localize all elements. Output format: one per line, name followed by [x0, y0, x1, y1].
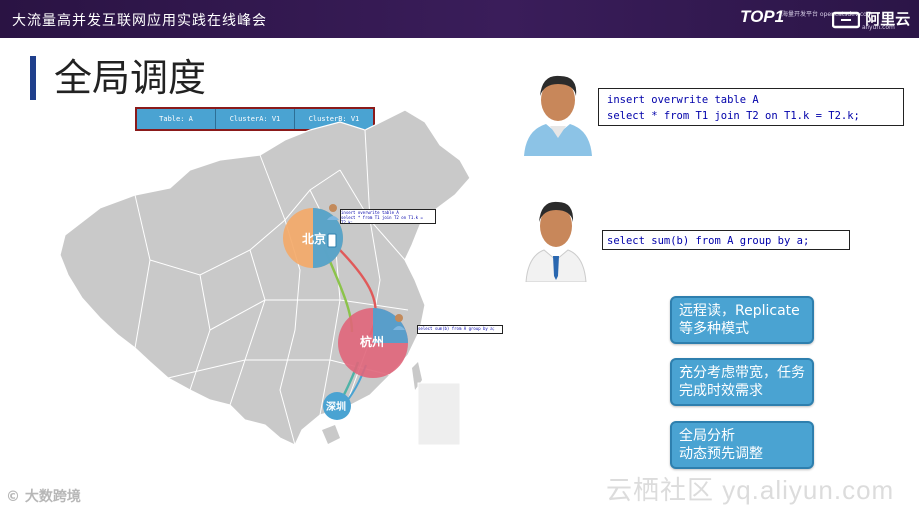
header-bar: 大流量高并发互联网应用实践在线峰会 TOP1 海量开发平台 opencatsde…: [0, 0, 919, 38]
beijing-server-icon: [327, 233, 337, 248]
top100-logo: TOP1: [740, 7, 785, 26]
user-avatar-icon-2: [525, 201, 587, 282]
mini-query-box-1: insert overwrite table A select * from T…: [340, 209, 436, 224]
feature-remote-read-button[interactable]: 远程读，Replicate等多种模式: [670, 296, 814, 344]
aliyun-logo-icon: [831, 11, 861, 28]
mini-query-box-2: select sum(b) from A group by a;: [417, 325, 503, 334]
south-sea-inset: [417, 382, 461, 446]
brand-icon: ©: [6, 489, 20, 505]
aliyun-logo-sub: aliyun.com: [862, 24, 895, 31]
feature3-line2: 动态预先调整: [679, 446, 763, 462]
feature-bandwidth-button[interactable]: 充分考虑带宽，任务完成时效需求: [670, 358, 814, 406]
beijing-label: 北京: [302, 231, 326, 246]
china-mainland-shape: [59, 109, 471, 446]
user-avatar-icon-1: [524, 75, 592, 156]
query1-line2: select * from T1 join T2 on T1.k = T2.k;: [607, 110, 860, 122]
page-title: 全局调度: [30, 56, 206, 100]
china-map: 北京 杭州 深圳: [59, 109, 471, 446]
site-watermark: 云栖社区 yq.aliyun.com: [606, 475, 895, 505]
brand-watermark: © 大数跨境: [6, 489, 81, 505]
feature-global-analysis-button[interactable]: 全局分析 动态预先调整: [670, 421, 814, 469]
feature3-line1: 全局分析: [679, 428, 735, 444]
shenzhen-label: 深圳: [326, 400, 346, 413]
query-code-box-1: insert overwrite table A select * from T…: [598, 88, 904, 126]
event-title: 大流量高并发互联网应用实践在线峰会: [12, 13, 267, 29]
hangzhou-label: 杭州: [360, 334, 384, 349]
hainan-island: [322, 425, 340, 444]
query-code-box-2: select sum(b) from A group by a;: [602, 230, 850, 250]
query1-line1: insert overwrite table A: [607, 94, 759, 106]
